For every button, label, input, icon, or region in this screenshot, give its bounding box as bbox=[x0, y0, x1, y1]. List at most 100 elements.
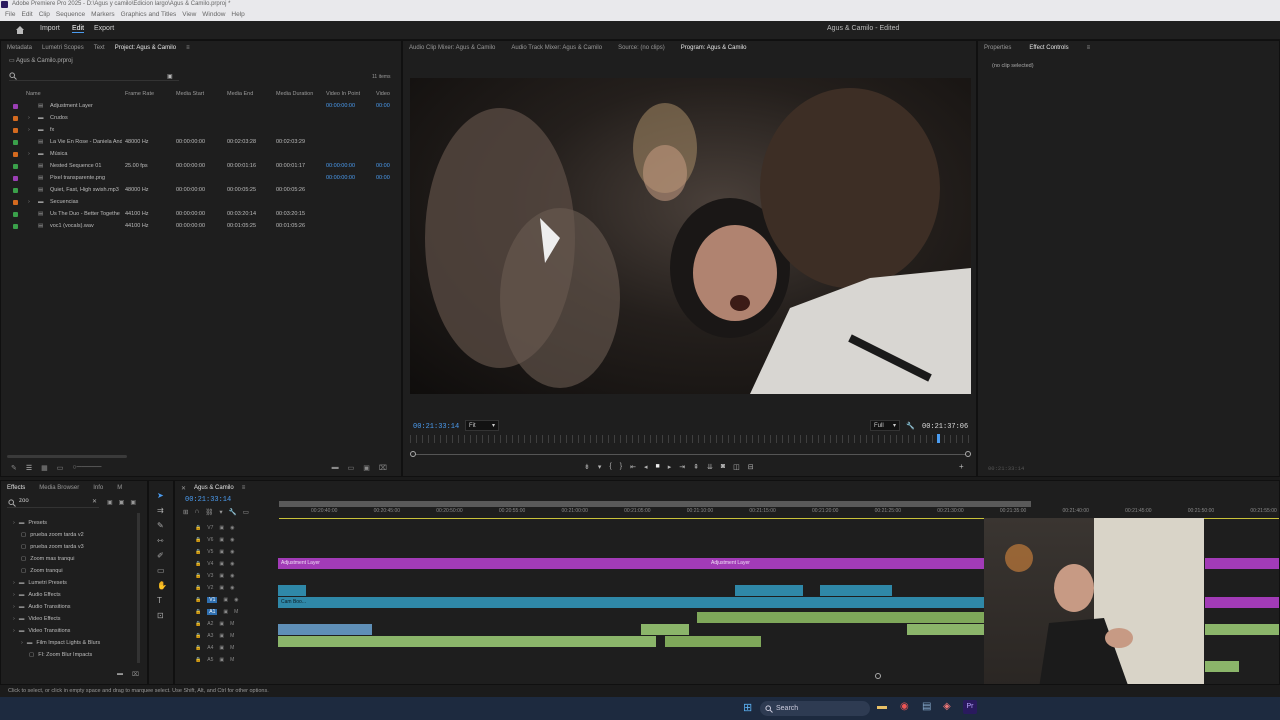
menu-markers[interactable]: Markers bbox=[91, 11, 114, 18]
eye-icon[interactable]: ◉ bbox=[230, 525, 234, 531]
tab-edit[interactable]: Edit bbox=[72, 25, 85, 33]
new-folder-icon[interactable]: ▬ bbox=[332, 464, 339, 472]
step-forward-icon[interactable]: ▸ bbox=[668, 463, 672, 471]
mark-out-icon[interactable]: } bbox=[620, 463, 622, 471]
mic-icon[interactable]: M bbox=[230, 657, 234, 663]
export-frame-icon[interactable]: ◙ bbox=[721, 463, 725, 471]
new-bin-icon[interactable]: ▣ bbox=[167, 73, 173, 80]
tab-lumetri-scopes[interactable]: Lumetri Scopes bbox=[42, 45, 84, 51]
label-color-chip[interactable] bbox=[13, 187, 18, 193]
notepad-icon[interactable]: ▤ bbox=[922, 701, 931, 712]
chevron-right-icon[interactable]: › bbox=[28, 151, 30, 157]
yuv-effects-icon[interactable]: ▣ bbox=[130, 499, 136, 506]
effects-tree-item[interactable]: ▢ prueba zoom tarda v2 bbox=[1, 529, 147, 541]
accelerated-effects-icon[interactable]: ▣ bbox=[107, 499, 113, 506]
chevron-right-icon[interactable]: › bbox=[28, 115, 30, 121]
eye-icon[interactable]: ◉ bbox=[230, 549, 234, 555]
menu-icon[interactable]: ≡ bbox=[1087, 45, 1091, 51]
mute-icon[interactable]: ▣ bbox=[219, 633, 224, 639]
tab-effects[interactable]: Effects bbox=[7, 485, 25, 491]
label-color-chip[interactable] bbox=[13, 199, 18, 205]
multi-camera-icon[interactable]: ⊟ bbox=[748, 463, 754, 471]
home-icon[interactable] bbox=[15, 25, 25, 35]
label-color-chip[interactable] bbox=[13, 163, 18, 169]
v2-clip-3[interactable] bbox=[820, 585, 892, 596]
a3-audio-clip-2[interactable] bbox=[665, 636, 761, 647]
track-header[interactable]: 🔒 V7 ▣ ◉ bbox=[175, 522, 305, 534]
tab-media-browser[interactable]: Media Browser bbox=[39, 485, 79, 491]
eye-icon[interactable]: ◉ bbox=[230, 573, 234, 579]
track-name[interactable]: V6 bbox=[207, 537, 213, 543]
zoom-slider[interactable]: ○───── bbox=[72, 464, 101, 472]
eye-icon[interactable]: ◉ bbox=[230, 537, 234, 543]
tab-effect-controls[interactable]: Effect Controls bbox=[1029, 45, 1068, 51]
comparison-view-icon[interactable]: ◫ bbox=[733, 463, 740, 471]
label-color-chip[interactable] bbox=[13, 211, 18, 217]
sync-lock-icon[interactable]: ▣ bbox=[219, 585, 224, 591]
chevron-right-icon[interactable]: › bbox=[13, 628, 15, 634]
col-video[interactable]: Video bbox=[376, 91, 390, 97]
chevron-right-icon[interactable]: › bbox=[13, 604, 15, 610]
tab-export[interactable]: Export bbox=[94, 25, 114, 32]
nest-icon[interactable]: ⊞ bbox=[183, 508, 188, 516]
effects-tree-item[interactable]: ▢ FI: Zoom Blur Impacts bbox=[1, 649, 147, 661]
v2-clip-2[interactable] bbox=[735, 585, 803, 596]
effects-scrollbar[interactable] bbox=[137, 513, 140, 663]
project-row[interactable]: ▤ voc1 (vocals).wav 44100 Hz 00:00:00:00 00:… bbox=[1, 220, 401, 232]
a3-audio-clip[interactable] bbox=[278, 636, 656, 647]
trash-icon[interactable]: ⌧ bbox=[379, 464, 387, 472]
windows-start-icon[interactable]: ⊞ bbox=[743, 701, 752, 714]
tab-audio-clip-mixer[interactable]: Audio Clip Mixer: Agus & Camilo bbox=[409, 45, 495, 51]
app-icon[interactable]: ◈ bbox=[943, 701, 951, 712]
effects-tree-item[interactable]: › ▬ Video Transitions bbox=[1, 625, 147, 637]
tab-metadata[interactable]: Metadata bbox=[7, 45, 32, 51]
lock-icon[interactable]: 🔒 bbox=[195, 633, 201, 639]
tab-markers[interactable]: M bbox=[117, 485, 122, 491]
label-color-chip[interactable] bbox=[13, 115, 18, 121]
label-color-chip[interactable] bbox=[13, 223, 18, 229]
mic-icon[interactable]: M bbox=[234, 609, 238, 615]
tab-audio-track-mixer[interactable]: Audio Track Mixer: Agus & Camilo bbox=[511, 45, 602, 51]
zoom-bar-end-handle[interactable] bbox=[965, 451, 971, 457]
project-row[interactable]: › ▬ Crudos bbox=[1, 112, 401, 124]
track-name[interactable]: A2 bbox=[207, 621, 213, 627]
chevron-right-icon[interactable]: › bbox=[28, 199, 30, 205]
a1-audio-clip[interactable] bbox=[278, 624, 372, 635]
sync-lock-icon[interactable]: ▣ bbox=[219, 549, 224, 555]
track-name[interactable]: A5 bbox=[207, 657, 213, 663]
v1-purple-clip[interactable] bbox=[1205, 597, 1279, 608]
lock-icon[interactable]: 🔒 bbox=[195, 561, 201, 567]
track-header[interactable]: 🔒 V6 ▣ ◉ bbox=[175, 534, 305, 546]
sync-lock-icon[interactable]: ▣ bbox=[219, 573, 224, 579]
project-row[interactable]: › ▬ Música bbox=[1, 148, 401, 160]
lock-icon[interactable]: 🔒 bbox=[195, 549, 201, 555]
tab-text[interactable]: Text bbox=[94, 45, 105, 51]
effects-tree-item[interactable]: › ▬ Audio Effects bbox=[1, 589, 147, 601]
a1-audio-clip-2[interactable] bbox=[641, 624, 689, 635]
horizontal-scrollbar[interactable] bbox=[7, 455, 127, 458]
razor-tool-icon[interactable]: ⇿ bbox=[157, 536, 167, 545]
project-row[interactable]: ▤ Quiet, Fast, High swish.mp3 48000 Hz 00:0… bbox=[1, 184, 401, 196]
mute-icon[interactable]: ▣ bbox=[219, 645, 224, 651]
linked-selection-icon[interactable]: ⛓ bbox=[205, 508, 213, 516]
go-to-out-icon[interactable]: ⇥ bbox=[679, 463, 685, 471]
track-name[interactable]: V1 bbox=[207, 597, 218, 603]
lock-icon[interactable]: 🔒 bbox=[195, 597, 201, 603]
tab-source[interactable]: Source: (no clips) bbox=[618, 45, 665, 51]
selection-tool-icon[interactable]: ➤ bbox=[157, 491, 167, 500]
program-mini-ruler[interactable] bbox=[410, 435, 971, 443]
mute-icon[interactable]: ▣ bbox=[223, 609, 228, 615]
type-tool-icon[interactable]: T bbox=[157, 596, 167, 605]
overwrite-icon[interactable]: ⇊ bbox=[707, 463, 713, 471]
taskbar-search[interactable]: Search bbox=[760, 701, 870, 716]
stop-icon[interactable]: ■ bbox=[655, 463, 659, 471]
work-area-bar[interactable] bbox=[279, 501, 1031, 507]
rectangle-tool-icon[interactable]: ⊡ bbox=[157, 611, 167, 620]
tab-sequence[interactable]: Agus & Camilo bbox=[194, 485, 234, 491]
col-video-in-point[interactable]: Video In Point bbox=[326, 91, 360, 97]
slip-tool-icon[interactable]: ✐ bbox=[157, 551, 167, 560]
effects-search-input[interactable]: zoo ✕ bbox=[7, 498, 99, 508]
chevron-right-icon[interactable]: › bbox=[13, 592, 15, 598]
menu-icon[interactable]: ≡ bbox=[242, 485, 246, 491]
effects-tree-item[interactable]: › ▬ Presets bbox=[1, 517, 147, 529]
